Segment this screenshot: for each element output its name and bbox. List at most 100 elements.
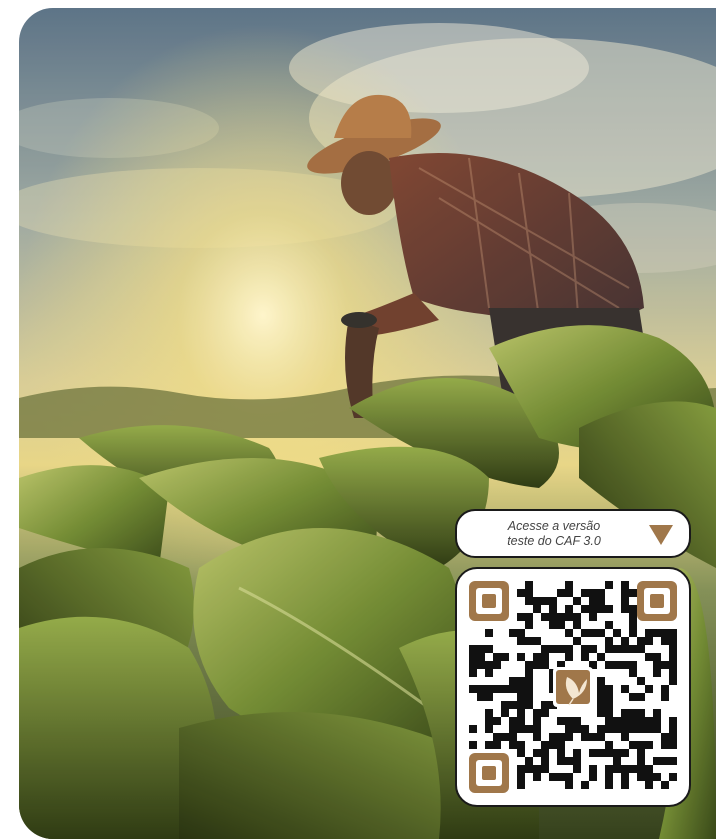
qr-module xyxy=(469,661,477,669)
qr-module xyxy=(477,653,485,661)
qr-module xyxy=(661,637,669,645)
qr-module xyxy=(645,629,653,637)
qr-module xyxy=(589,773,597,781)
qr-module xyxy=(485,661,493,669)
qr-module xyxy=(493,685,501,693)
qr-module xyxy=(605,749,613,757)
qr-module xyxy=(613,645,621,653)
qr-module xyxy=(533,653,541,661)
qr-module xyxy=(533,717,541,725)
qr-module xyxy=(517,613,525,621)
qr-module xyxy=(589,645,597,653)
qr-module xyxy=(653,717,661,725)
qr-module xyxy=(669,629,677,637)
qr-module xyxy=(565,733,573,741)
qr-module xyxy=(629,709,637,717)
qr-module xyxy=(629,717,637,725)
qr-module xyxy=(533,605,541,613)
qr-module xyxy=(541,701,549,709)
qr-module xyxy=(653,661,661,669)
qr-module xyxy=(597,677,605,685)
qr-module xyxy=(501,733,509,741)
qr-module xyxy=(629,589,637,597)
qr-module xyxy=(477,685,485,693)
qr-module xyxy=(653,653,661,661)
qr-module xyxy=(501,701,509,709)
qr-module xyxy=(597,629,605,637)
qr-module xyxy=(533,597,541,605)
qr-module xyxy=(669,733,677,741)
qr-module xyxy=(645,741,653,749)
qr-module xyxy=(661,693,669,701)
qr-module xyxy=(589,733,597,741)
qr-module xyxy=(525,589,533,597)
qr-module xyxy=(613,765,621,773)
qr-finder-top-left xyxy=(469,581,509,621)
qr-module xyxy=(581,781,589,789)
qr-module xyxy=(477,661,485,669)
qr-module xyxy=(589,589,597,597)
qr-module xyxy=(669,717,677,725)
qr-module xyxy=(541,709,549,717)
qr-module xyxy=(533,637,541,645)
qr-module xyxy=(605,605,613,613)
qr-module xyxy=(589,613,597,621)
qr-module xyxy=(533,733,541,741)
qr-module xyxy=(605,621,613,629)
qr-code-card[interactable] xyxy=(455,567,691,807)
qr-module xyxy=(549,733,557,741)
qr-module xyxy=(509,677,517,685)
cta-access-test-version[interactable]: Acesse a versão teste do CAF 3.0 xyxy=(455,509,691,558)
qr-module xyxy=(573,757,581,765)
qr-module xyxy=(469,669,477,677)
qr-module xyxy=(573,717,581,725)
qr-module xyxy=(509,725,517,733)
qr-module xyxy=(517,781,525,789)
qr-module xyxy=(589,597,597,605)
qr-module xyxy=(541,661,549,669)
qr-module xyxy=(573,597,581,605)
qr-module xyxy=(565,645,573,653)
qr-module xyxy=(517,749,525,757)
qr-module xyxy=(517,725,525,733)
qr-module xyxy=(557,733,565,741)
qr-module xyxy=(629,605,637,613)
qr-module xyxy=(469,741,477,749)
qr-module xyxy=(517,693,525,701)
qr-module xyxy=(541,765,549,773)
qr-module xyxy=(517,637,525,645)
qr-module xyxy=(669,741,677,749)
qr-module xyxy=(581,629,589,637)
qr-module xyxy=(549,645,557,653)
qr-module xyxy=(517,685,525,693)
qr-module xyxy=(621,765,629,773)
qr-module xyxy=(581,589,589,597)
qr-module xyxy=(533,661,541,669)
qr-module xyxy=(557,773,565,781)
qr-module xyxy=(485,725,493,733)
qr-module xyxy=(573,725,581,733)
qr-module xyxy=(597,685,605,693)
qr-module xyxy=(597,701,605,709)
qr-module xyxy=(557,749,565,757)
qr-module xyxy=(517,741,525,749)
qr-module xyxy=(525,581,533,589)
qr-module xyxy=(525,621,533,629)
qr-module xyxy=(573,613,581,621)
qr-module xyxy=(621,725,629,733)
qr-module xyxy=(605,637,613,645)
qr-module xyxy=(669,669,677,677)
qr-module xyxy=(653,725,661,733)
qr-module xyxy=(605,645,613,653)
qr-module xyxy=(565,613,573,621)
qr-module xyxy=(629,693,637,701)
qr-module xyxy=(557,589,565,597)
qr-module xyxy=(629,613,637,621)
qr-module xyxy=(661,757,669,765)
qr-code[interactable] xyxy=(469,581,677,793)
qr-module xyxy=(653,773,661,781)
qr-module xyxy=(525,725,533,733)
qr-module xyxy=(493,653,501,661)
qr-module xyxy=(469,645,477,653)
qr-module xyxy=(581,653,589,661)
